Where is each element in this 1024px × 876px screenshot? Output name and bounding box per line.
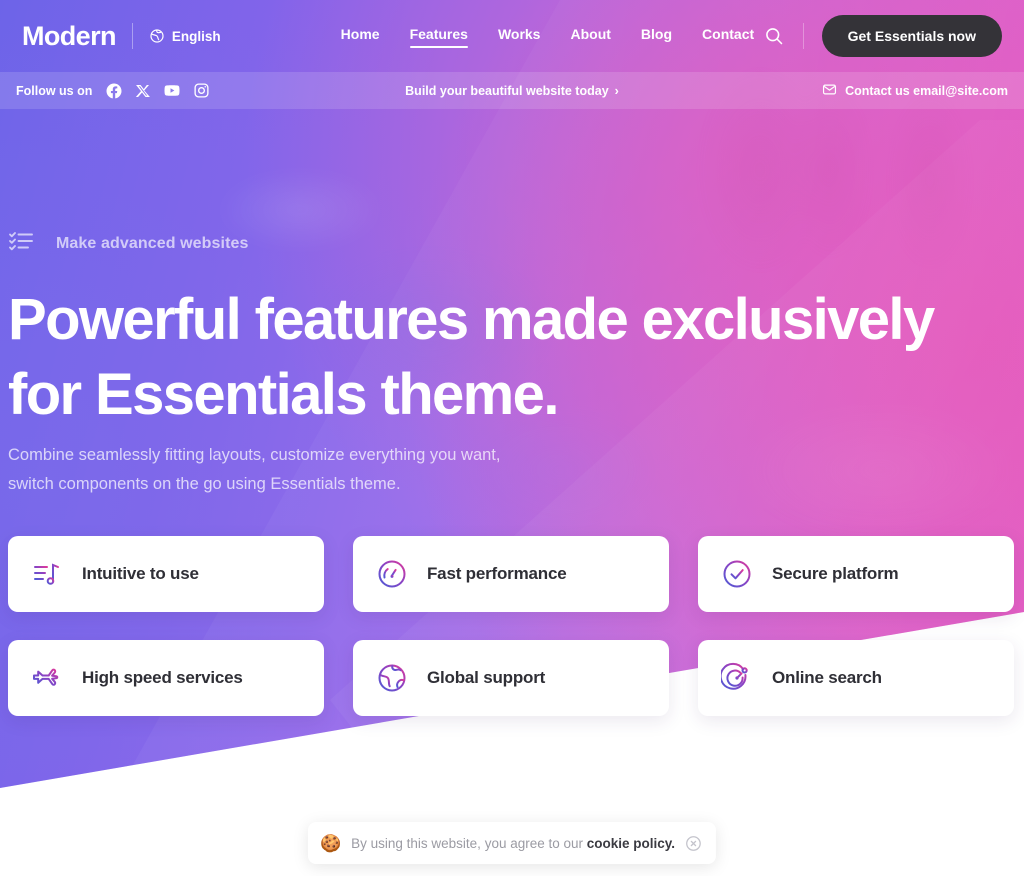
nav-divider	[802, 23, 804, 49]
nav-link-home[interactable]: Home	[341, 26, 380, 46]
brand-divider	[131, 23, 133, 49]
cookie-message-text: By using this website, you agree to our	[351, 835, 587, 851]
feature-card-intuitive-to-use[interactable]: Intuitive to use	[8, 536, 324, 612]
mail-icon	[822, 82, 837, 100]
nav-link-blog[interactable]: Blog	[641, 26, 672, 46]
airplane-icon	[30, 661, 64, 695]
page-title: Powerful features made exclusively for E…	[8, 287, 935, 427]
logo-modern[interactable]: Modern	[22, 22, 117, 50]
follow-us-label: Follow us on	[16, 83, 93, 98]
feature-card-title: Secure platform	[772, 564, 899, 583]
announcement-bar: Follow us on Build your beautiful websit…	[0, 72, 1024, 109]
feature-card-high-speed-services[interactable]: High speed services	[8, 640, 324, 716]
main-nav-links: Home Features Works About Blog Contact	[341, 26, 754, 48]
cookie-consent-banner: 🍪 By using this website, you agree to ou…	[307, 822, 717, 864]
search-icon[interactable]	[763, 25, 785, 47]
nav-link-contact[interactable]: Contact	[702, 26, 754, 46]
feature-card-title: Fast performance	[427, 564, 567, 583]
hero-subtitle: Combine seamlessly fitting layouts, cust…	[8, 446, 501, 493]
instagram-icon[interactable]	[192, 82, 210, 100]
contact-us-link[interactable]: Contact us email@site.com	[822, 82, 1008, 100]
speedometer-icon	[375, 557, 409, 591]
radar-target-icon	[720, 661, 754, 695]
language-selector[interactable]: English	[149, 28, 221, 44]
cookie-icon: 🍪	[319, 833, 342, 853]
checklist-icon	[8, 228, 34, 259]
follow-us-group: Follow us on	[16, 82, 210, 100]
get-essentials-now-button[interactable]: Get Essentials now	[821, 15, 1002, 57]
nav-link-about[interactable]: About	[570, 26, 610, 46]
contact-us-text: Contact us email@site.com	[845, 83, 1008, 98]
cookie-message: By using this website, you agree to our …	[351, 836, 675, 851]
feature-card-global-support[interactable]: Global support	[353, 640, 669, 716]
globe-icon	[375, 661, 409, 695]
hero-eyebrow: Make advanced websites	[8, 228, 249, 259]
nav-link-features[interactable]: Features	[409, 26, 469, 48]
build-website-text: Build your beautiful website today	[405, 83, 609, 98]
music-playlist-icon	[30, 557, 64, 591]
feature-card-title: Online search	[772, 668, 882, 687]
feature-card-online-search[interactable]: Online search	[698, 640, 1014, 716]
feature-card-fast-performance[interactable]: Fast performance	[353, 536, 669, 612]
hero-eyebrow-text: Make advanced websites	[56, 234, 249, 252]
globe-icon	[149, 28, 165, 44]
top-navigation-bar: Modern English Home Features Works About…	[0, 0, 1024, 72]
nav-link-works[interactable]: Works	[498, 26, 541, 46]
check-circle-icon	[720, 557, 754, 591]
feature-cards-grid: Intuitive to use Fast performance Secure…	[8, 536, 1016, 716]
facebook-icon[interactable]	[105, 82, 123, 100]
x-twitter-icon[interactable]	[134, 82, 152, 100]
feature-card-title: Global support	[427, 668, 546, 687]
feature-card-secure-platform[interactable]: Secure platform	[698, 536, 1014, 612]
hero-background	[0, 0, 1024, 876]
language-label: English	[171, 28, 221, 44]
nav-right-group: Get Essentials now	[763, 15, 1002, 57]
youtube-icon[interactable]	[163, 82, 181, 100]
feature-card-title: High speed services	[82, 668, 243, 687]
feature-card-title: Intuitive to use	[82, 564, 199, 583]
cookie-policy-link[interactable]: cookie policy.	[587, 836, 675, 851]
build-website-link[interactable]: Build your beautiful website today ›	[405, 84, 619, 98]
chevron-right-icon: ›	[614, 83, 619, 98]
close-circle-icon[interactable]	[685, 835, 702, 852]
brand-block: Modern English	[22, 22, 221, 50]
